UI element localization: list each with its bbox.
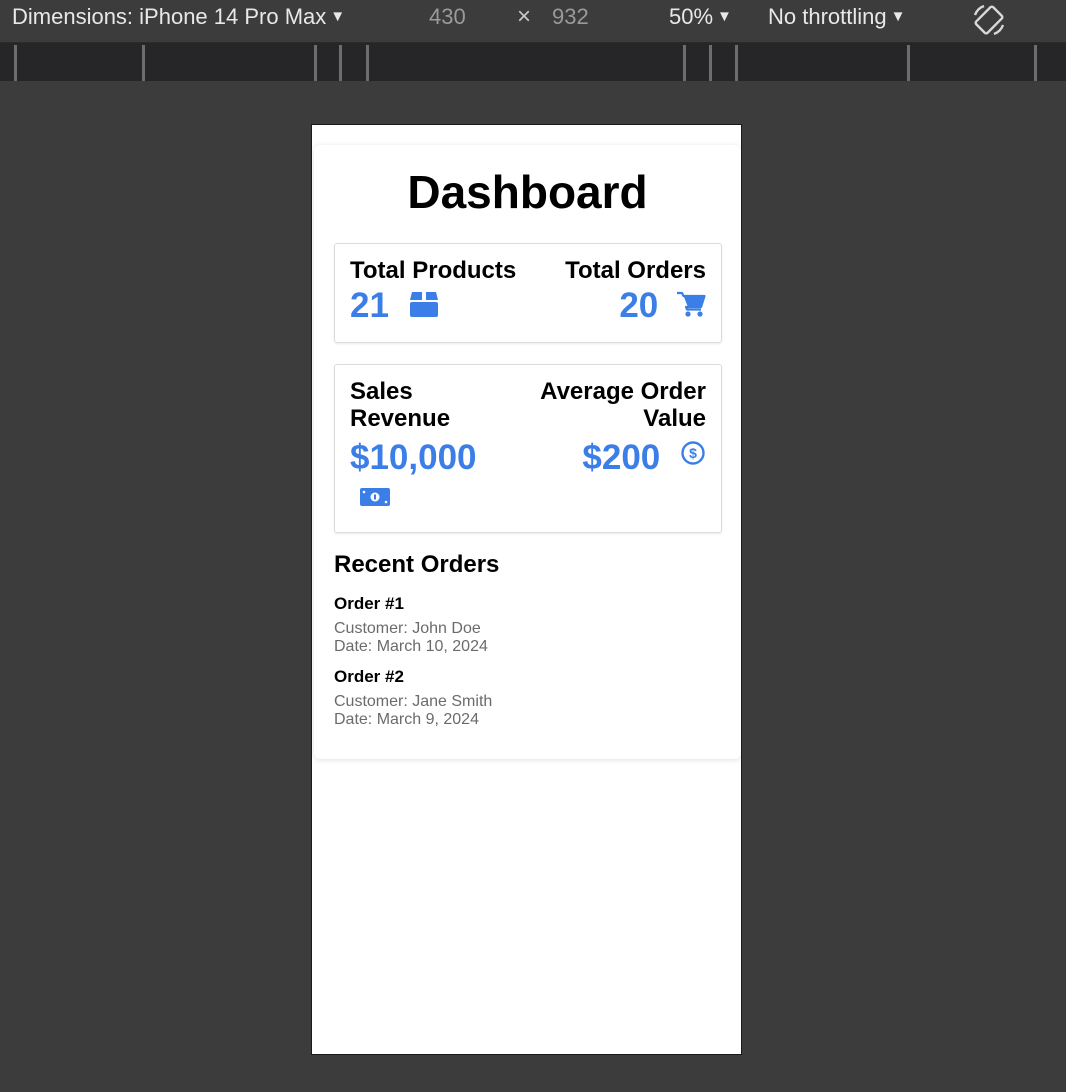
stat-total-orders: Total Orders 20: [565, 257, 706, 326]
order-customer: Customer: John Doe: [334, 620, 481, 637]
stat-label: Total Products: [350, 257, 517, 284]
rotate-icon[interactable]: [970, 1, 1008, 39]
stat-value: $10,000: [350, 438, 477, 477]
viewport-height-input[interactable]: 932: [552, 4, 589, 30]
stat-value-wrapper: 21: [350, 286, 516, 326]
chevron-down-icon: ▼: [717, 8, 732, 25]
devtools-device-toolbar: Dimensions: iPhone 14 Pro Max ▼ 430 × 932…: [0, 0, 1066, 43]
ruler-tick: [683, 45, 686, 81]
box-icon: [409, 291, 438, 317]
ruler-tick: [14, 45, 17, 81]
zoom-label: 50%: [669, 4, 714, 29]
times-icon: ×: [517, 3, 532, 30]
stat-sales-revenue: Sales Revenue $10,000: [350, 378, 500, 506]
stat-label: Average Order Value: [540, 378, 706, 432]
svg-text:$: $: [689, 445, 697, 461]
ruler-tick: [735, 45, 738, 81]
ruler-tick: [709, 45, 712, 81]
stat-average-order-value: Average Order Value $200 $: [534, 378, 706, 478]
list-item[interactable]: Order #2 Customer: Jane Smith Date: Marc…: [334, 667, 492, 729]
device-dimensions-dropdown[interactable]: Dimensions: iPhone 14 Pro Max ▼: [12, 4, 345, 30]
order-date: Date: March 10, 2024: [334, 638, 488, 655]
order-date: Date: March 9, 2024: [334, 711, 479, 728]
stat-value: 20: [619, 286, 659, 325]
throttling-dropdown[interactable]: No throttling ▼: [768, 4, 905, 30]
throttling-label: No throttling: [768, 4, 887, 29]
stat-value: $200: [582, 438, 661, 477]
stats-card-products-orders: Total Products 21 Total Orders 20: [334, 243, 722, 343]
order-title: Order #2: [334, 667, 404, 686]
cart-icon: [677, 291, 706, 317]
device-viewport: Dashboard Total Products 21 Total Orders…: [311, 124, 742, 1055]
ruler-tick: [142, 45, 145, 81]
zoom-dropdown[interactable]: 50% ▼: [669, 4, 732, 30]
stat-total-products: Total Products 21: [350, 257, 516, 326]
device-dimensions-label: Dimensions: iPhone 14 Pro Max: [12, 4, 327, 29]
order-customer: Customer: Jane Smith: [334, 693, 493, 710]
recent-orders-heading: Recent Orders: [334, 551, 500, 578]
order-title: Order #1: [334, 594, 404, 613]
stat-value-wrapper: $200 $: [534, 438, 706, 478]
ruler-tick: [907, 45, 910, 81]
stat-value: 21: [350, 286, 389, 325]
money-bill-icon: [360, 488, 390, 506]
stat-label: Sales Revenue: [350, 378, 451, 432]
dollar-circle-icon: $: [681, 441, 705, 465]
stat-value-wrapper: 20: [565, 286, 706, 326]
stats-card-revenue-aov: Sales Revenue $10,000 Average Order Valu…: [334, 364, 722, 533]
ruler-tick: [339, 45, 342, 81]
page-title: Dashboard: [407, 166, 648, 218]
ruler-tick: [1034, 45, 1037, 81]
dashboard-container: Dashboard Total Products 21 Total Orders…: [314, 145, 741, 759]
chevron-down-icon: ▼: [330, 8, 346, 25]
list-item[interactable]: Order #1 Customer: John Doe Date: March …: [334, 594, 488, 656]
ruler-tick: [314, 45, 317, 81]
stat-label: Total Orders: [565, 257, 706, 284]
media-query-ruler: [0, 43, 1066, 81]
viewport-width-input[interactable]: 430: [429, 4, 466, 30]
ruler-tick: [366, 45, 369, 81]
chevron-down-icon: ▼: [890, 8, 906, 25]
